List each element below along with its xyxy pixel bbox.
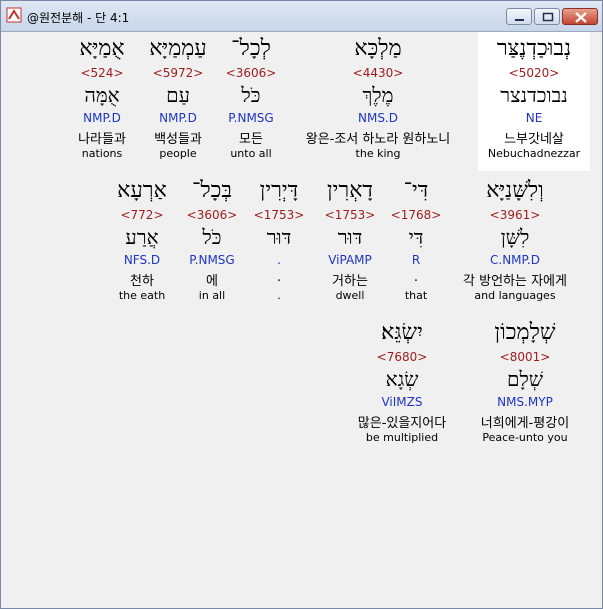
hebrew-word: מַלְכָּא — [354, 36, 402, 61]
parsing-code: NMP.D — [83, 111, 121, 125]
english-gloss: and languages — [474, 289, 556, 302]
korean-gloss: 느부갓네살 — [504, 132, 564, 147]
hebrew-word: נְבוּכַדְנֶצַּר — [496, 36, 572, 61]
hebrew-lemma: לִשָּׁן — [500, 225, 530, 249]
korean-gloss: 천하 — [130, 274, 154, 289]
hebrew-lemma: שְׁלָם — [507, 367, 543, 391]
strong-number[interactable]: <524> — [47, 66, 157, 80]
english-gloss: nations — [81, 147, 123, 160]
word-analysis-panel: נְבוּכַדְנֶצַּר <5020> נבוכדנצר NE 느부갓네살… — [3, 32, 600, 606]
parsing-code: C.NMP.D — [490, 253, 540, 267]
korean-gloss: 왕은-조서 하노라 원하노니 — [305, 132, 451, 147]
english-gloss: be multiplied — [365, 431, 439, 444]
minimize-icon — [515, 19, 524, 21]
hebrew-word: וְלִשָּׁנַיָּא — [486, 178, 544, 203]
english-gloss: the eath — [118, 289, 166, 302]
close-icon — [575, 12, 587, 23]
strong-number[interactable]: <3961> — [460, 208, 570, 222]
title-bar[interactable]: @원전분해 - 단 4:1 — [1, 1, 602, 32]
parsing-code: NMS.D — [357, 111, 398, 125]
korean-gloss: 많은-있을지어다 — [357, 416, 447, 431]
korean-gloss: 너희에게-평강이 — [480, 416, 570, 431]
hebrew-lemma: מֶלֶךְ — [362, 83, 394, 107]
parsing-code: NFS.D — [123, 253, 161, 267]
strong-number[interactable]: <772> — [87, 208, 197, 222]
minimize-button[interactable] — [506, 8, 532, 25]
hebrew-word: אֻמַיָּא — [79, 36, 125, 61]
hebrew-word: אַרְעָא — [117, 178, 167, 203]
close-button[interactable] — [562, 8, 598, 25]
strong-number[interactable]: <5020> — [479, 66, 589, 80]
maximize-button[interactable] — [534, 8, 560, 25]
app-icon — [6, 7, 22, 23]
app-window: @원전분해 - 단 4:1 נְבוּכַדְנֶצַּר <5020> נבו… — [0, 0, 603, 609]
strong-number[interactable]: <8001> — [470, 350, 580, 364]
hebrew-word: שְׁלָמְכוֹן — [494, 320, 556, 345]
english-gloss: Nebuchadnezzar — [487, 147, 581, 160]
parsing-code: NMS.MYP — [497, 395, 553, 409]
strong-number[interactable]: <4430> — [323, 66, 433, 80]
maximize-icon — [542, 12, 554, 22]
korean-gloss: 나라들과 — [78, 132, 126, 147]
english-gloss: the king — [355, 147, 401, 160]
hebrew-lemma: אֻמָּה — [84, 83, 120, 107]
hebrew-lemma: אֲרַע — [125, 225, 159, 249]
english-gloss: Peace-unto you — [482, 431, 568, 444]
parsing-code: NE — [525, 111, 543, 125]
hebrew-lemma: שְׂגָא — [385, 367, 419, 391]
parsing-code: ViIMZS — [381, 395, 423, 409]
hebrew-word: יִשְׂגֵּא׃ — [381, 320, 423, 345]
strong-number[interactable]: <7680> — [347, 350, 457, 364]
window-title: @원전분해 - 단 4:1 — [27, 11, 130, 25]
hebrew-lemma: נבוכדנצר — [500, 83, 568, 107]
